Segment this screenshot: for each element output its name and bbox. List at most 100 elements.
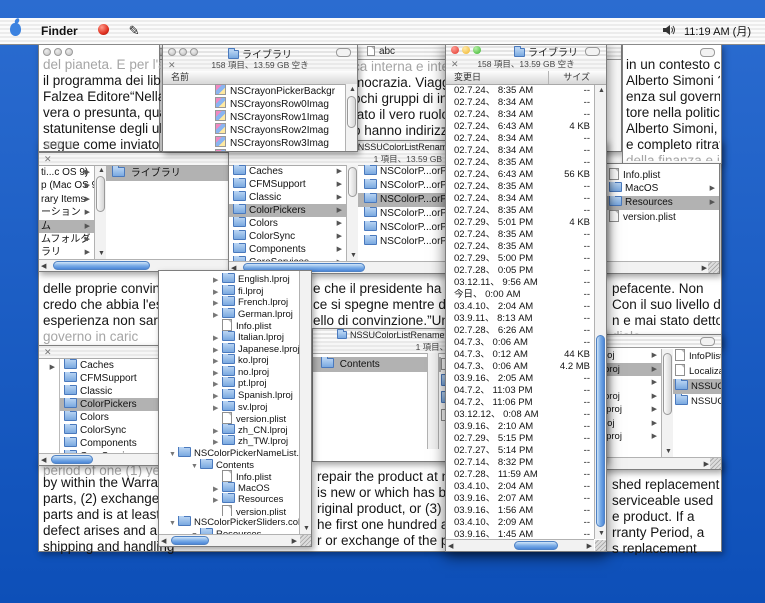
selected-folder-row[interactable]: Contents ▶ [313, 357, 441, 372]
browser-item[interactable]: CFMSupport▶ [229, 178, 346, 191]
browser-item[interactable]: ti...c OS 9)▶ [39, 166, 94, 179]
browser-item[interactable]: ColorSync [60, 424, 166, 437]
browser-item[interactable]: InfoPlist.s [673, 349, 721, 364]
selected-folder-row[interactable]: ライブラリ ▶ [106, 166, 241, 181]
zoom-button[interactable] [473, 46, 481, 54]
scrollbar-thumb[interactable] [53, 261, 150, 270]
list-item[interactable]: ▶no.lproj [159, 366, 299, 378]
table-row[interactable]: 02.7.24、 8:35 AM-- [446, 181, 594, 193]
name-column-header[interactable]: 名前 [163, 71, 357, 85]
file-row[interactable]: NSCrayonPickerBackgr [163, 84, 345, 97]
resize-grip[interactable] [708, 262, 719, 273]
scrollbar-thumb[interactable] [514, 541, 558, 550]
table-row[interactable]: 04.7.3、 0:12 AM44 KB [446, 349, 594, 361]
scroll-up-arrow[interactable]: ▲ [98, 167, 105, 175]
browser-item[interactable]: p (Mac OS 9)▶ [39, 179, 94, 192]
browser-item[interactable]: ▶ [601, 376, 661, 390]
size-column-header[interactable]: サイズ [548, 71, 590, 84]
window-controls-inactive[interactable] [43, 48, 73, 56]
browser-item[interactable]: Classic [60, 385, 166, 398]
library-vertical-scrollbar[interactable]: ▲ ▼ [594, 85, 606, 539]
browser-item[interactable]: proj▶ [601, 390, 661, 404]
scroll-down-arrow[interactable]: ▼ [303, 525, 310, 533]
volume-menu[interactable] [662, 24, 676, 39]
table-row[interactable]: 03.9.16、 1:56 AM-- [446, 505, 594, 517]
scroll-up-arrow[interactable]: ▲ [598, 87, 605, 95]
crayons-title-bar[interactable]: ライブラリ [163, 45, 357, 60]
table-row[interactable]: 03.9.16、 2:10 AM-- [446, 421, 594, 433]
list-item[interactable]: ▶zh_TW.lproj [159, 435, 299, 447]
table-row[interactable]: 02.7.24、 8:35 AM-- [446, 157, 594, 169]
table-row[interactable]: 04.7.3、 0:06 AM-- [446, 337, 594, 349]
library-horizontal-scrollbar[interactable]: ◀ ▶ [446, 539, 594, 551]
scrollbar-thumb[interactable] [347, 96, 356, 128]
table-row[interactable]: 03.9.16、 1:45 AM-- [446, 529, 594, 539]
scrollbar-thumb[interactable] [663, 353, 672, 415]
table-row[interactable]: 02.7.24、 8:35 AM-- [446, 205, 594, 217]
browser-item[interactable]: Caches [60, 359, 166, 372]
table-row[interactable]: 02.7.24、 8:34 AM-- [446, 97, 594, 109]
column-scrollbar[interactable] [427, 353, 439, 449]
browser-item[interactable]: CFMSupport [60, 372, 166, 385]
toolbar-toggle-button[interactable] [700, 337, 715, 346]
disclosure-triangle[interactable]: ▶ [213, 275, 222, 285]
browser-item[interactable]: proj▶ [601, 363, 661, 377]
table-row[interactable]: 04.7.2、 11:06 PM-- [446, 397, 594, 409]
scroll-down-arrow[interactable]: ▼ [98, 250, 105, 258]
table-row[interactable]: 04.7.2、 11:03 PM-- [446, 385, 594, 397]
browser-item[interactable]: ColorPickers▶ [229, 204, 346, 217]
list-item[interactable]: ▼NSColorPickerSliders.colorPic [159, 516, 299, 528]
file-row[interactable]: NSCrayonsRow4Imag [163, 149, 345, 151]
list-item[interactable]: ▶Italian.lproj [159, 331, 299, 343]
table-row[interactable]: 02.7.28、 11:59 AM-- [446, 469, 594, 481]
disclosure-triangle[interactable]: ▶ [213, 368, 222, 378]
disclosure-triangle[interactable] [213, 473, 222, 482]
table-row[interactable]: 03.12.11、 9:56 AM-- [446, 277, 594, 289]
resize-grip[interactable] [710, 458, 721, 469]
scroll-up-arrow[interactable]: ▲ [349, 86, 356, 94]
disclosure-triangle[interactable]: ▼ [191, 461, 200, 471]
table-row[interactable]: 02.7.27、 5:14 PM-- [446, 445, 594, 457]
scroll-left-arrow[interactable]: ◀ [41, 263, 46, 271]
browser-item[interactable]: NSSUCol.. [673, 394, 721, 409]
browser-item[interactable]: NSSUCol.. [673, 379, 721, 394]
browser-item[interactable]: Caches▶ [229, 165, 346, 178]
table-row[interactable]: 02.7.24、 8:34 AM-- [446, 109, 594, 121]
scroll-left-arrow[interactable]: ◀ [41, 457, 46, 465]
list-vertical-scrollbar[interactable]: ▼ [299, 271, 311, 534]
browser-item[interactable]: Colors [60, 411, 166, 424]
toolbar-toggle-button[interactable] [336, 48, 351, 57]
browser-item[interactable]: rary Items▶ [39, 193, 94, 206]
list-item[interactable]: ▶pt.lproj [159, 377, 299, 389]
disclosure-triangle[interactable]: ▶ [213, 391, 222, 401]
library-title-bar[interactable]: ライブラリ [446, 43, 606, 59]
crayons-vertical-scrollbar[interactable]: ▲ [345, 84, 357, 151]
toolbar-toggle-button[interactable] [700, 48, 715, 57]
scrollbar-thumb[interactable] [96, 176, 105, 212]
column-scrollbar[interactable]: ▼ [661, 349, 673, 457]
close-button[interactable] [451, 46, 459, 54]
file-row[interactable]: NSCrayonsRow2Imag [163, 123, 345, 136]
browser-item[interactable]: Info.plist [603, 168, 719, 182]
table-row[interactable]: 02.7.24、 6:43 AM4 KB [446, 121, 594, 133]
scrollbar-thumb[interactable] [596, 335, 605, 527]
browser-item[interactable]: Colors▶ [229, 217, 346, 230]
table-row[interactable]: 02.7.29、 5:15 PM-- [446, 433, 594, 445]
table-row[interactable]: 03.4.10、 2:04 AM-- [446, 301, 594, 313]
browser-item[interactable]: ム▶ [39, 220, 94, 233]
fragment-title-bar[interactable] [601, 335, 721, 348]
list-item[interactable]: ▶English.lproj [159, 273, 299, 285]
scroll-right-arrow[interactable]: ▶ [587, 543, 592, 551]
list-horizontal-scrollbar[interactable]: ◀ ▶ [159, 534, 311, 546]
list-item[interactable]: Info.plist [159, 470, 299, 482]
browser-item[interactable]: version.plist [603, 210, 719, 224]
window-controls[interactable] [451, 46, 481, 54]
browser-item[interactable]: roj▶ [601, 349, 661, 363]
table-row[interactable]: 04.7.3、 0:06 AM4.2 MB [446, 361, 594, 373]
list-item[interactable]: ▶fi.lproj [159, 285, 299, 297]
browser-item[interactable]: roj▶ [601, 417, 661, 431]
input-method-menu[interactable]: ✎ [119, 23, 150, 39]
disclosure-triangle[interactable]: ▶ [213, 345, 222, 355]
scrollbar-thumb[interactable] [171, 536, 209, 545]
list-item[interactable]: ▶Spanish.lproj [159, 389, 299, 401]
